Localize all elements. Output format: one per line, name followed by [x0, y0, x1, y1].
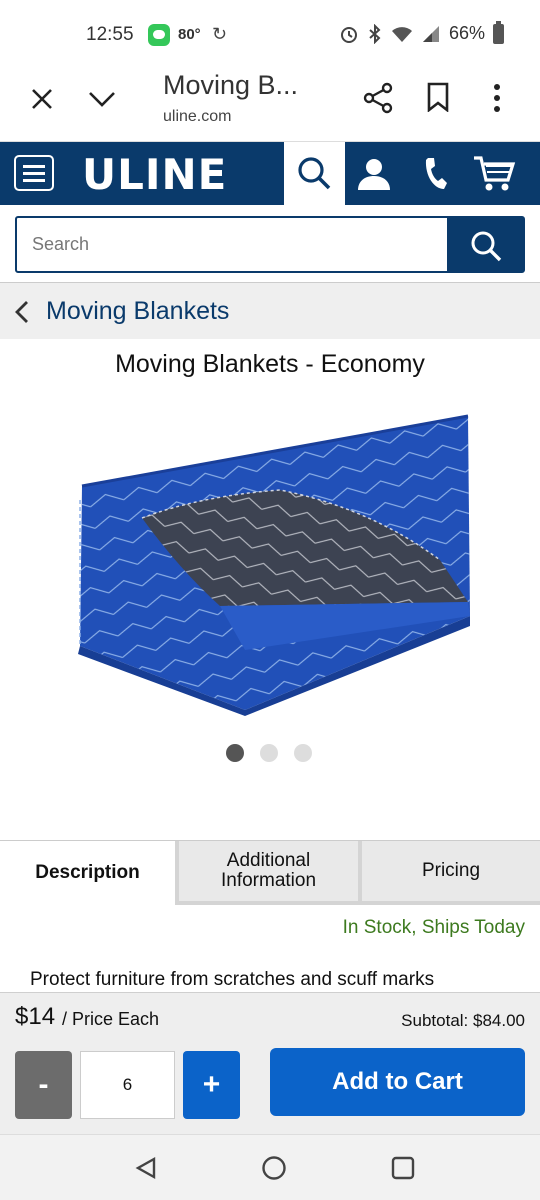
carousel-dot[interactable] — [226, 744, 244, 762]
status-bar: 12:55 80° ↻ 66% — [0, 0, 540, 70]
tab-additional-information[interactable]: Additional Information — [179, 841, 362, 905]
alarm-icon — [340, 26, 357, 43]
quantity-decrease-button[interactable]: - — [15, 1051, 72, 1119]
cart-icon[interactable] — [472, 154, 516, 194]
carousel-dot[interactable] — [294, 744, 312, 762]
chevron-down-icon[interactable] — [88, 90, 116, 108]
messages-icon — [148, 24, 170, 46]
stock-status: In Stock, Ships Today — [342, 917, 525, 938]
tab-label-line: Additional — [226, 850, 311, 871]
account-icon[interactable] — [356, 156, 392, 192]
recents-icon[interactable] — [391, 1156, 415, 1180]
tab-label: Additional Information — [221, 851, 316, 891]
browser-toolbar: Moving B... uline.com — [0, 70, 540, 142]
back-icon[interactable] — [134, 1156, 158, 1180]
system-nav-bar — [0, 1134, 540, 1200]
battery-icon — [493, 20, 504, 44]
status-right: 66% — [339, 20, 504, 44]
header-search-button[interactable] — [284, 142, 345, 205]
page-title[interactable]: Moving B... — [163, 70, 298, 101]
search-submit-button[interactable] — [447, 218, 523, 271]
cart-bar: $14 / Price Each Subtotal: $84.00 - + Ad… — [0, 992, 540, 1134]
tab-description[interactable]: Description — [0, 841, 179, 905]
breadcrumb-label[interactable]: Moving Blankets — [46, 297, 229, 326]
bluetooth-icon — [369, 23, 381, 44]
carousel-dot[interactable] — [260, 744, 278, 762]
quantity-increase-button[interactable]: + — [183, 1051, 240, 1119]
wifi-icon — [391, 26, 412, 42]
status-temperature: 80° — [178, 26, 201, 43]
bookmark-icon[interactable] — [426, 82, 450, 112]
signal-icon — [422, 25, 439, 42]
more-vert-icon[interactable] — [492, 83, 502, 113]
product-tabs: Description Additional Information Pricin… — [0, 840, 540, 905]
tab-label: Description — [35, 862, 140, 883]
close-icon[interactable] — [30, 87, 54, 111]
subtotal: Subtotal: $84.00 — [401, 1011, 525, 1030]
price-unit: / Price Each — [62, 1009, 160, 1029]
phone-icon[interactable] — [422, 156, 448, 192]
breadcrumb[interactable]: Moving Blankets — [0, 283, 540, 339]
menu-button[interactable] — [14, 155, 54, 191]
battery-percent: 66% — [448, 23, 485, 43]
nfc-icon: ↻ — [212, 24, 228, 44]
uline-logo[interactable]: ULINE — [82, 150, 227, 199]
price: $14 — [15, 1003, 56, 1030]
search-icon — [471, 231, 502, 262]
tab-label: Pricing — [421, 860, 481, 881]
product-title: Moving Blankets - Economy — [115, 350, 425, 378]
add-to-cart-button[interactable]: Add to Cart — [270, 1048, 525, 1116]
search-icon — [298, 157, 331, 190]
tab-pricing[interactable]: Pricing — [362, 841, 540, 905]
description-text: Protect furniture from scratches and scu… — [30, 969, 435, 990]
search-bar — [15, 216, 525, 273]
tab-label-line: Information — [220, 870, 317, 891]
carousel-dots — [226, 744, 312, 762]
moving-blanket-image[interactable] — [70, 410, 480, 720]
site-header: ULINE — [0, 142, 540, 205]
share-icon[interactable] — [362, 82, 394, 114]
quantity-input[interactable] — [80, 1051, 175, 1119]
search-input[interactable] — [17, 218, 449, 271]
status-time: 12:55 — [86, 24, 134, 45]
home-icon[interactable] — [261, 1155, 287, 1181]
page-url[interactable]: uline.com — [163, 108, 231, 126]
chevron-left-icon — [15, 301, 28, 323]
